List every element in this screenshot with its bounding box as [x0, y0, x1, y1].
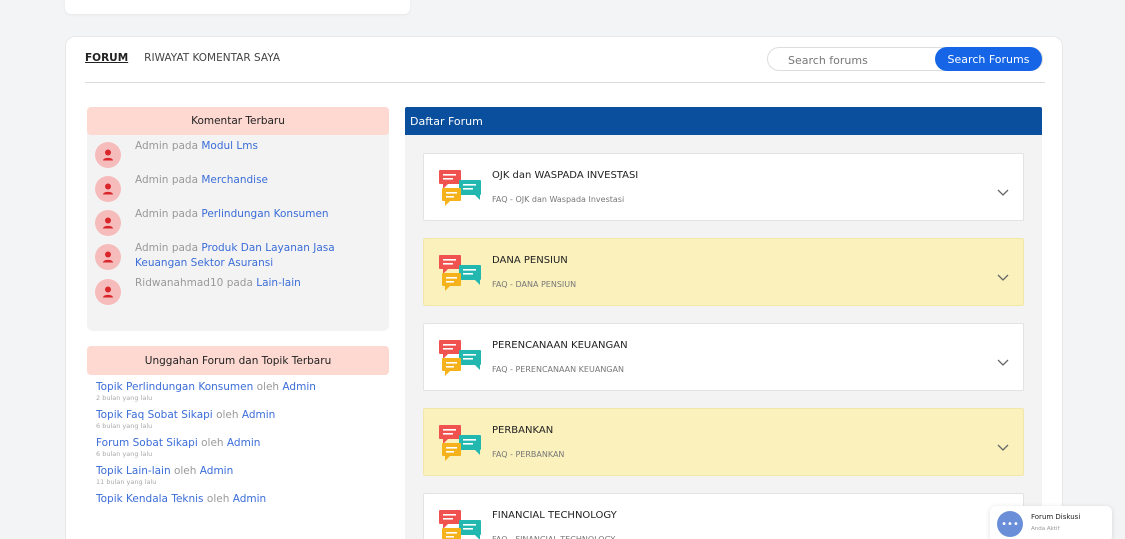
forum-title: PERBANKAN: [492, 425, 554, 436]
header-divider: [85, 82, 1045, 83]
forum-subtitle: FAQ - OJK dan Waspada Investasi: [492, 195, 625, 204]
forum-item[interactable]: OJK dan WASPADA INVESTASI FAQ - OJK dan W…: [423, 153, 1024, 221]
chevron-down-icon[interactable]: [997, 267, 1009, 281]
user-avatar-icon: [95, 210, 121, 236]
upload-time: 11 bulan yang lalu: [96, 478, 157, 486]
recent-comments-panel: Komentar Terbaru Admin pada Modul Lms Adm…: [87, 107, 389, 331]
forum-title: PERENCANAAN KEUANGAN: [492, 340, 628, 351]
upload-link[interactable]: Topik Faq Sobat Sikapi: [96, 409, 213, 421]
recent-comments-list: Admin pada Modul Lms Admin pada Merchandi…: [87, 135, 389, 314]
upload-link[interactable]: Topik Perlindungan Konsumen: [96, 381, 253, 393]
comment-item: Admin pada Produk Dan Layanan Jasa Keuan…: [95, 241, 381, 271]
comment-connector: pada: [171, 140, 199, 152]
forum-chat-icon: [439, 423, 483, 463]
forum-item[interactable]: PERENCANAAN KEUANGAN FAQ - PERENCANAAN KE…: [423, 323, 1024, 391]
chevron-down-icon[interactable]: [997, 352, 1009, 366]
upload-time: 6 bulan yang lalu: [96, 450, 153, 458]
upload-item: Topik Lain-lain oleh Admin 11 bulan yang …: [96, 464, 380, 487]
upload-author-link[interactable]: Admin: [282, 381, 315, 393]
comment-topic-link[interactable]: Merchandise: [201, 174, 268, 186]
search-input[interactable]: [788, 52, 928, 68]
comment-connector: pada: [171, 208, 199, 220]
comment-connector: pada: [171, 174, 199, 186]
upload-item: Topik Faq Sobat Sikapi oleh Admin 6 bulan…: [96, 408, 380, 431]
comment-text: Admin pada Perlindungan Konsumen: [135, 207, 365, 222]
comment-text: Admin pada Merchandise: [135, 173, 365, 188]
comment-item: Admin pada Perlindungan Konsumen: [95, 207, 381, 236]
forum-chat-icon: [439, 168, 483, 208]
upload-link[interactable]: Forum Sobat Sikapi: [96, 437, 198, 449]
comment-text: Admin pada Produk Dan Layanan Jasa Keuan…: [135, 241, 365, 271]
forum-item[interactable]: PERBANKAN FAQ - PERBANKAN: [423, 408, 1024, 476]
forum-subtitle: FAQ - FINANCIAL TECHNOLOGY: [492, 535, 615, 539]
upload-by: oleh: [206, 493, 230, 505]
forum-chat-icon: [439, 253, 483, 293]
upload-time: 6 bulan yang lalu: [96, 422, 153, 430]
chevron-down-icon[interactable]: [997, 437, 1009, 451]
forum-chat-icon: [439, 338, 483, 378]
comment-text: Ridwanahmad10 pada Lain-lain: [135, 276, 365, 291]
comment-text: Admin pada Modul Lms: [135, 139, 365, 154]
forum-tabs: FORUM RIWAYAT KOMENTAR SAYA: [85, 52, 280, 64]
forum-list-header: Daftar Forum: [405, 107, 1042, 135]
forum-subtitle: FAQ - DANA PENSIUN: [492, 280, 577, 289]
comment-topic-link[interactable]: Lain-lain: [256, 277, 301, 289]
forum-item[interactable]: FINANCIAL TECHNOLOGY FAQ - FINANCIAL TECH…: [423, 493, 1024, 539]
user-avatar-icon: [95, 142, 121, 168]
upload-author-link[interactable]: Admin: [233, 493, 266, 505]
tab-comment-history[interactable]: RIWAYAT KOMENTAR SAYA: [144, 52, 280, 64]
recent-uploads-title: Unggahan Forum dan Topik Terbaru: [87, 346, 389, 375]
upload-author-link[interactable]: Admin: [227, 437, 260, 449]
upload-item: Forum Sobat Sikapi oleh Admin 6 bulan yan…: [96, 436, 380, 459]
forum-chat-icon: [439, 508, 483, 539]
upload-author-link[interactable]: Admin: [200, 465, 233, 477]
tab-forum[interactable]: FORUM: [85, 52, 128, 64]
upload-by: oleh: [201, 437, 224, 449]
comment-item: Admin pada Modul Lms: [95, 139, 381, 168]
comment-topic-link[interactable]: Perlindungan Konsumen: [201, 208, 328, 220]
upload-by: oleh: [256, 381, 280, 393]
comment-connector: pada: [171, 242, 199, 254]
forum-chat-widget[interactable]: ••• Forum Diskusi Anda Aktif: [990, 506, 1112, 539]
user-avatar-icon: [95, 279, 121, 305]
chat-widget-title: Forum Diskusi: [1031, 513, 1081, 521]
recent-uploads-list: Topik Perlindungan Konsumen oleh Admin 2 …: [87, 375, 389, 516]
top-strip: [0, 0, 1125, 14]
recent-uploads-panel: Unggahan Forum dan Topik Terbaru Topik P…: [87, 346, 389, 539]
forum-title: OJK dan WASPADA INVESTASI: [492, 170, 639, 181]
top-strip-shadow: [65, 0, 410, 14]
upload-by: oleh: [173, 465, 197, 477]
comment-user: Admin: [135, 174, 169, 186]
user-avatar-icon: [95, 244, 121, 270]
chat-widget-status: Anda Aktif: [1031, 526, 1060, 532]
upload-author-link[interactable]: Admin: [242, 409, 275, 421]
comment-topic-link[interactable]: Modul Lms: [201, 140, 258, 152]
forum-subtitle: FAQ - PERBANKAN: [492, 450, 565, 459]
chevron-down-icon[interactable]: [997, 182, 1009, 196]
comment-user: Admin: [135, 140, 169, 152]
upload-item: Topik Perlindungan Konsumen oleh Admin 2 …: [96, 380, 380, 403]
search-bar: Search Forums: [767, 47, 1043, 71]
forum-title: DANA PENSIUN: [492, 255, 568, 266]
user-avatar-icon: [95, 176, 121, 202]
forum-title: FINANCIAL TECHNOLOGY: [492, 510, 617, 521]
search-forums-button[interactable]: Search Forums: [935, 47, 1042, 71]
comment-user: Admin: [135, 242, 169, 254]
comment-item: Ridwanahmad10 pada Lain-lain: [95, 276, 381, 305]
upload-link[interactable]: Topik Kendala Teknis: [96, 493, 204, 505]
upload-time: 2 bulan yang lalu: [96, 394, 153, 402]
upload-link[interactable]: Topik Lain-lain: [96, 465, 171, 477]
comment-user: Admin: [135, 208, 169, 220]
forum-subtitle: FAQ - PERENCANAAN KEUANGAN: [492, 365, 624, 374]
recent-comments-title: Komentar Terbaru: [87, 107, 389, 135]
upload-by: oleh: [216, 409, 239, 421]
upload-item: Topik Kendala Teknis oleh Admin: [96, 492, 380, 506]
chat-bubble-icon[interactable]: •••: [997, 511, 1023, 537]
comment-user: Ridwanahmad10: [135, 277, 224, 289]
comment-item: Admin pada Merchandise: [95, 173, 381, 202]
forum-item[interactable]: DANA PENSIUN FAQ - DANA PENSIUN: [423, 238, 1024, 306]
comment-connector: pada: [226, 277, 253, 289]
